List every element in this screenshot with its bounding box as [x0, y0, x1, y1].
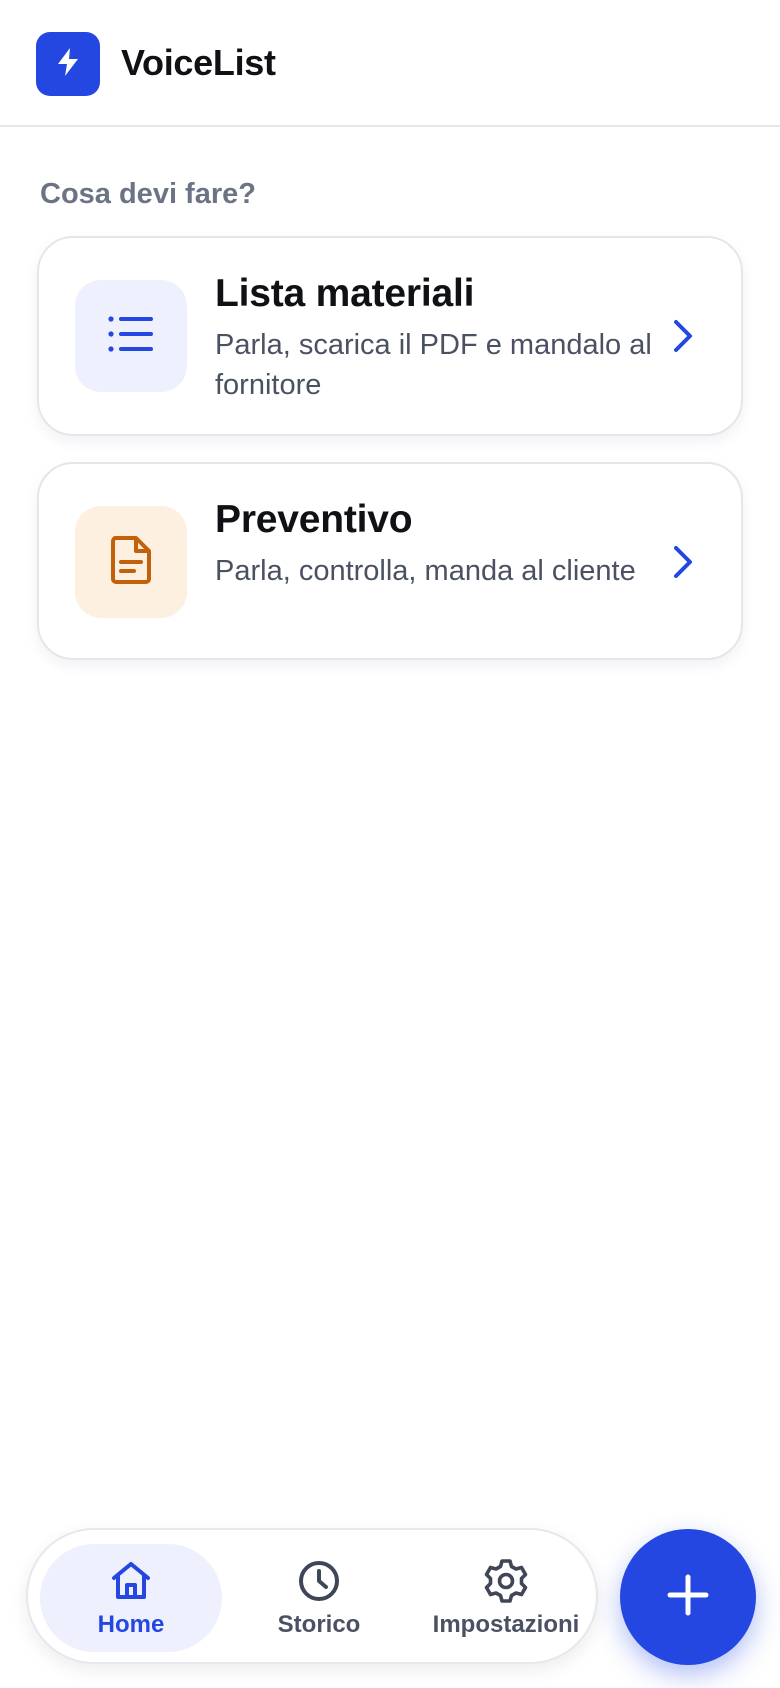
nav-item-impostazioni[interactable]: Impostazioni: [416, 1544, 596, 1652]
app-root: VoiceList Cosa devi fare? Lista material…: [0, 0, 780, 1688]
card-preventivo[interactable]: Preventivo Parla, controlla, manda al cl…: [37, 462, 743, 660]
clock-icon: [295, 1557, 343, 1605]
list-icon: [107, 314, 155, 359]
app-logo: [36, 32, 100, 96]
add-button[interactable]: [620, 1529, 756, 1665]
chevron-right-icon: [665, 542, 701, 582]
app-header: VoiceList: [0, 0, 780, 127]
app-title: VoiceList: [121, 42, 276, 83]
card-description: Parla, scarica il PDF e mandalo al forni…: [215, 329, 652, 401]
bottom-nav: Home Storico Impostazioni: [26, 1528, 598, 1664]
plus-icon: [664, 1571, 712, 1624]
nav-label-impostazioni: Impostazioni: [432, 1611, 580, 1638]
card-lista-materiali[interactable]: Lista materiali Parla, scarica il PDF e …: [37, 236, 743, 436]
gear-icon: [482, 1557, 530, 1605]
chevron-right-icon: [665, 316, 701, 356]
section-label: Cosa devi fare?: [40, 178, 256, 210]
nav-item-home[interactable]: Home: [40, 1544, 222, 1652]
card-description: Parla, controlla, manda al cliente: [215, 555, 636, 587]
nav-label-home: Home: [97, 1611, 165, 1638]
card-icon-container: [75, 506, 187, 618]
nav-item-storico[interactable]: Storico: [228, 1544, 410, 1652]
card-title: Lista materiali: [215, 272, 475, 315]
document-icon: [109, 535, 153, 590]
nav-label-storico: Storico: [277, 1611, 361, 1638]
card-title: Preventivo: [215, 498, 413, 541]
card-icon-container: [75, 280, 187, 392]
home-icon: [107, 1557, 155, 1605]
lightning-bolt-icon: [55, 47, 81, 82]
